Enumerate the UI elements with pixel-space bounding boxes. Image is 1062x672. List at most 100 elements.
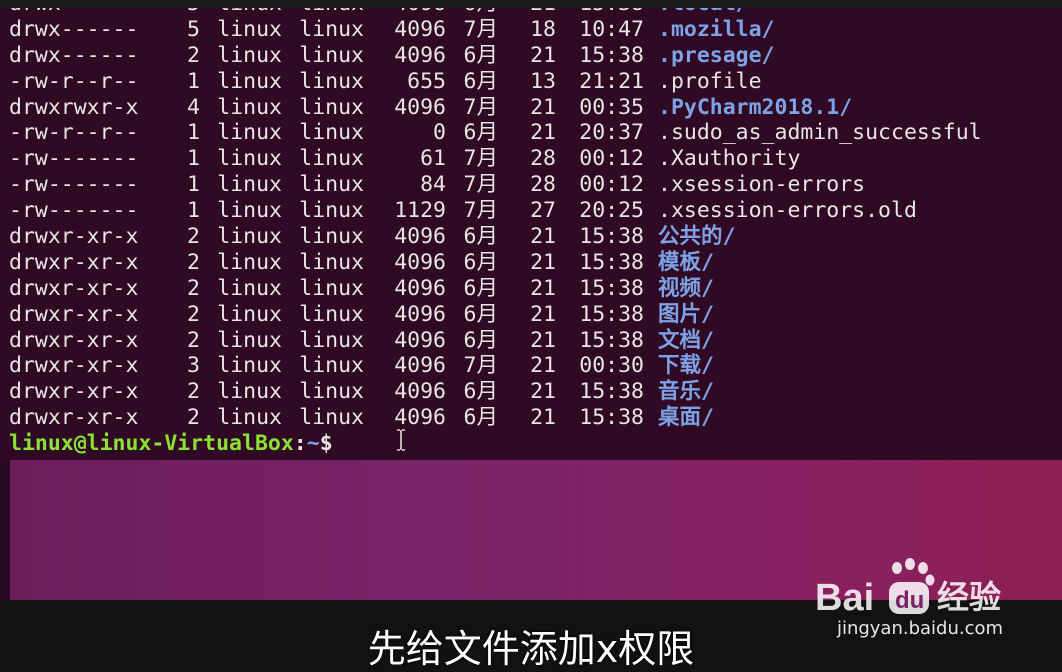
ls-time: 15:38	[579, 379, 644, 405]
ls-user: linux	[217, 224, 282, 250]
ls-month: 7月	[463, 16, 498, 42]
ls-name: .Xauthority	[658, 146, 801, 172]
ls-day: 21	[530, 301, 556, 327]
ls-size: 4096	[394, 327, 446, 353]
ls-user: linux	[217, 120, 282, 146]
ls-row: drwxrwxr-x 4 linux linux 4096 7月 21 00:35 .PyCha…	[9, 95, 982, 121]
ls-row: -rw------- 1 linux linux 1129 7月 27 20:25 .xsess…	[9, 198, 982, 224]
ls-day: 21	[530, 249, 556, 275]
ls-group: linux	[299, 146, 364, 172]
ls-size: 1129	[394, 198, 446, 224]
ls-row: drwxr-xr-x 2 linux linux 4096 6月 21 15:38 模板/	[9, 250, 982, 276]
ls-perm: -rw-------	[9, 198, 139, 224]
ls-month: 7月	[463, 94, 498, 120]
ls-name: .profile	[658, 68, 762, 94]
ls-group: linux	[299, 224, 364, 250]
ls-time: 00:35	[579, 94, 644, 120]
ls-group: linux	[299, 379, 364, 405]
ls-row: -rw------- 1 linux linux 61 7月 28 00:12 .Xauthor…	[9, 146, 982, 172]
ls-row: drwxr-xr-x 2 linux linux 4096 6月 21 15:38 图片/	[9, 302, 982, 328]
ls-day: 28	[530, 146, 556, 172]
ls-listing: drwx------ 5 linux linux 4096 6月 21 15:38 .local…	[9, 0, 982, 431]
ls-row: drwxr-xr-x 3 linux linux 4096 7月 21 00:30 下载/	[9, 353, 982, 379]
shell-prompt[interactable]: linux@linux-VirtualBox:~$	[9, 431, 333, 457]
prompt-dollar: $	[319, 431, 333, 456]
desktop-edge	[0, 460, 10, 600]
ls-time: 15:38	[579, 405, 644, 431]
ls-month: 7月	[463, 172, 498, 198]
ls-name: 文档/	[658, 327, 714, 353]
ls-perm: drwxrwxr-x	[9, 94, 139, 120]
ls-links: 2	[187, 379, 200, 405]
ls-month: 6月	[463, 68, 498, 94]
ls-user: linux	[217, 327, 282, 353]
ls-row: drwxr-xr-x 2 linux linux 4096 6月 21 15:38 文档/	[9, 328, 982, 354]
terminal-window[interactable]: drwx------ 5 linux linux 4096 6月 21 15:38 .local…	[0, 0, 1062, 460]
ls-row: drwxr-xr-x 2 linux linux 4096 6月 21 15:38 公共的/	[9, 224, 982, 250]
ls-group: linux	[299, 327, 364, 353]
ls-group: linux	[299, 198, 364, 224]
ls-time: 00:12	[579, 172, 644, 198]
ls-name: .sudo_as_admin_successful	[658, 120, 982, 146]
svg-text:du: du	[895, 587, 924, 614]
ls-time: 20:37	[579, 120, 644, 146]
ls-month: 7月	[463, 353, 498, 379]
ls-group: linux	[299, 120, 364, 146]
ls-day: 21	[530, 224, 556, 250]
ls-perm: drwx------	[9, 16, 139, 42]
ls-perm: drwxr-xr-x	[9, 275, 139, 301]
ls-group: linux	[299, 42, 364, 68]
ls-row: drwx------ 5 linux linux 4096 7月 18 10:47 .mozil…	[9, 17, 982, 43]
ls-month: 6月	[463, 120, 498, 146]
ls-name: 音乐/	[658, 379, 714, 405]
ls-day: 21	[530, 405, 556, 431]
ls-month: 6月	[463, 42, 498, 68]
ls-size: 655	[407, 68, 446, 94]
ls-links: 5	[187, 16, 200, 42]
ls-day: 13	[530, 68, 556, 94]
ls-row: -rw-r--r-- 1 linux linux 0 6月 21 20:37 .sudo_as_…	[9, 120, 982, 146]
ls-perm: -rw-------	[9, 146, 139, 172]
ls-user: linux	[217, 146, 282, 172]
ls-links: 1	[187, 120, 200, 146]
ls-size: 4096	[394, 224, 446, 250]
ls-perm: drwxr-xr-x	[9, 249, 139, 275]
ls-perm: drwxr-xr-x	[9, 405, 139, 431]
ls-time: 15:38	[579, 301, 644, 327]
ls-group: linux	[299, 405, 364, 431]
ls-time: 15:38	[579, 224, 644, 250]
ls-size: 4096	[394, 249, 446, 275]
ls-perm: drwx------	[9, 42, 139, 68]
ls-row: drwxr-xr-x 2 linux linux 4096 6月 21 15:38 音乐/	[9, 379, 982, 405]
ls-time: 21:21	[579, 68, 644, 94]
ls-time: 20:25	[579, 198, 644, 224]
ls-time: 15:38	[579, 249, 644, 275]
ls-group: linux	[299, 68, 364, 94]
ls-user: linux	[217, 275, 282, 301]
ls-name: .xsession-errors.old	[658, 198, 917, 224]
ls-user: linux	[217, 379, 282, 405]
svg-text:Bai: Bai	[815, 577, 874, 616]
svg-text:经验: 经验	[937, 578, 1001, 616]
ls-links: 1	[187, 198, 200, 224]
ls-day: 28	[530, 172, 556, 198]
ls-name: 模板/	[658, 249, 714, 275]
ls-day: 18	[530, 16, 556, 42]
ls-links: 2	[187, 249, 200, 275]
ls-group: linux	[299, 275, 364, 301]
ls-day: 21	[530, 94, 556, 120]
ls-perm: drwxr-xr-x	[9, 301, 139, 327]
baidu-paw-icon: Bai du 经验	[815, 558, 1001, 616]
text-cursor-icon	[397, 429, 405, 451]
ls-group: linux	[299, 249, 364, 275]
prompt-colon: :	[293, 431, 307, 456]
ls-name: .PyCharm2018.1/	[658, 94, 853, 120]
ls-name: 桌面/	[658, 405, 714, 431]
ls-day: 21	[530, 327, 556, 353]
ls-time: 00:30	[579, 353, 644, 379]
ls-links: 2	[187, 327, 200, 353]
ls-perm: drwxr-xr-x	[9, 379, 139, 405]
ls-size: 4096	[394, 275, 446, 301]
ls-day: 27	[530, 198, 556, 224]
ls-user: linux	[217, 353, 282, 379]
